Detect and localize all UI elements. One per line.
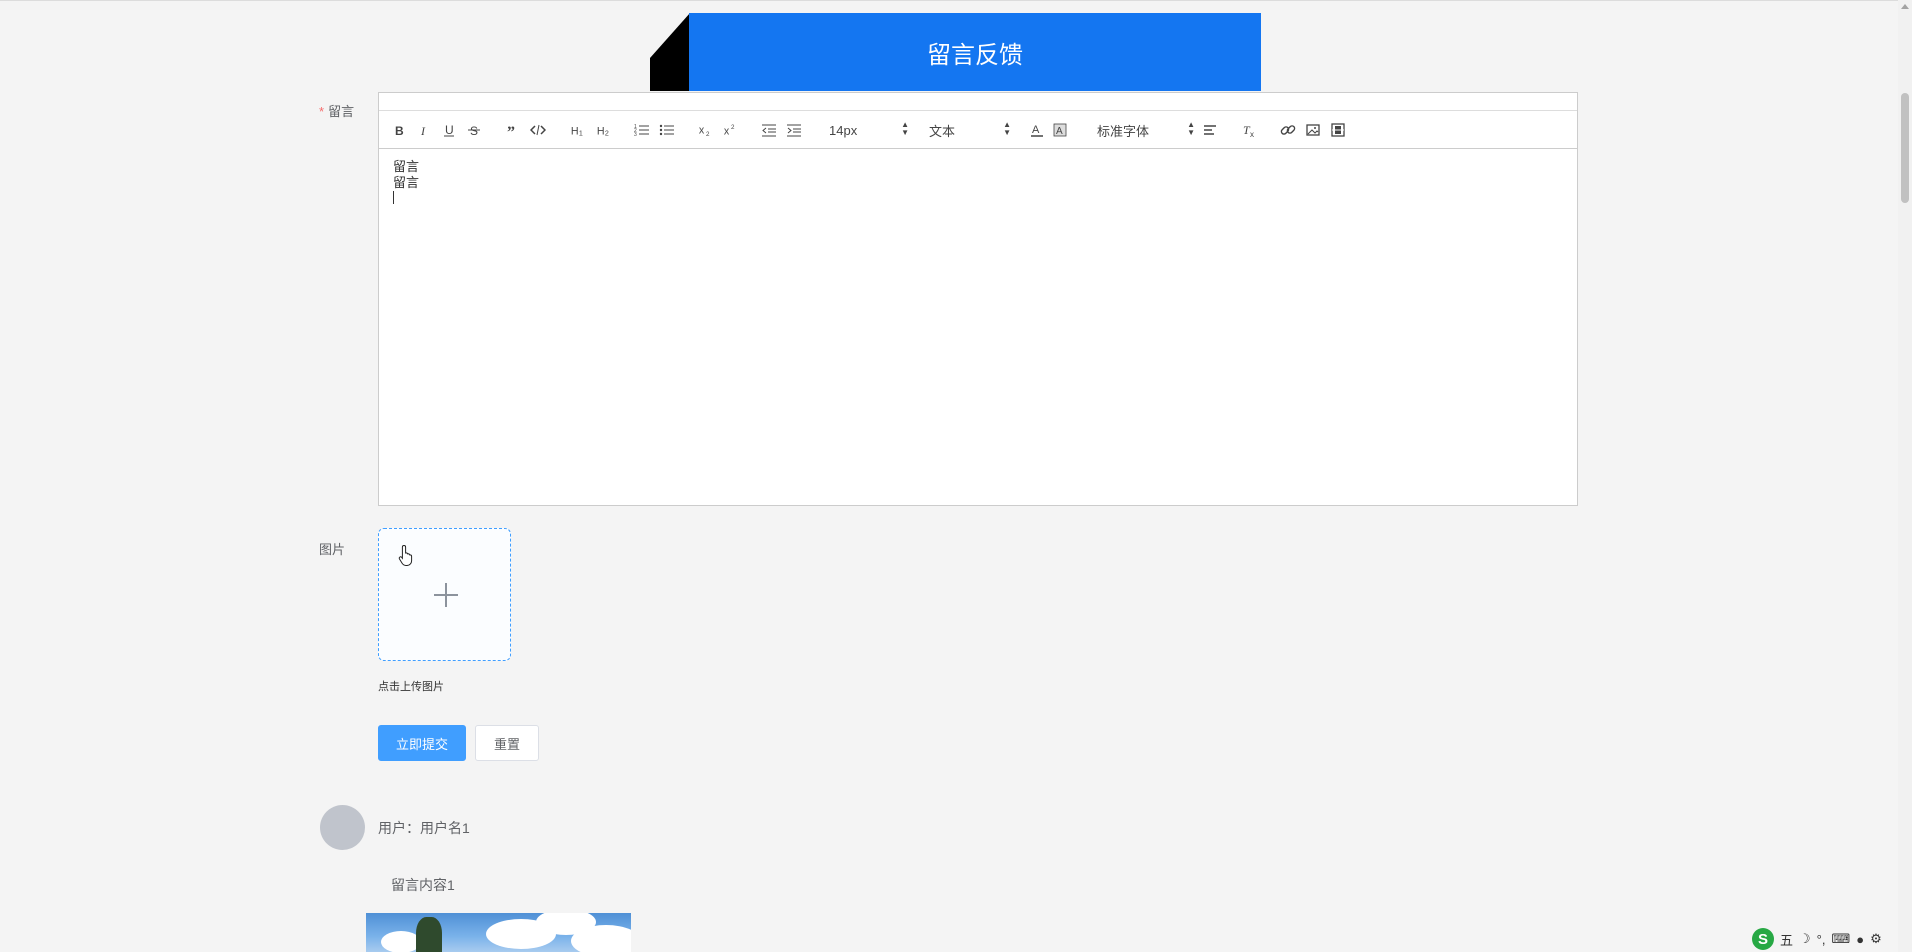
page-title: 留言反馈 xyxy=(689,13,1261,91)
svg-text:H: H xyxy=(571,125,579,137)
svg-text:”: ” xyxy=(507,124,515,138)
comment-user: 用户：用户名1 xyxy=(378,820,470,836)
link-icon[interactable] xyxy=(1280,120,1296,140)
h2-icon[interactable]: H2 xyxy=(595,120,613,140)
svg-text:H: H xyxy=(597,125,605,137)
avatar xyxy=(320,805,365,850)
scrollbar-thumb[interactable] xyxy=(1901,93,1909,203)
editor-top-strip xyxy=(379,93,1577,111)
svg-text:I: I xyxy=(420,124,426,138)
ime-mode[interactable]: 五 xyxy=(1780,930,1793,949)
ime-logo-icon: S xyxy=(1752,928,1774,950)
blockquote-icon[interactable]: ” xyxy=(505,120,521,140)
font-color-icon[interactable]: A xyxy=(1029,120,1045,140)
scroll-up-icon[interactable] xyxy=(1901,4,1909,9)
svg-text:3: 3 xyxy=(634,132,637,138)
header-picker-arrows-icon: ▲ ▼ xyxy=(1003,120,1011,137)
text-caret xyxy=(393,191,1563,208)
outdent-icon[interactable] xyxy=(761,120,777,140)
bullet-list-icon[interactable] xyxy=(659,120,675,140)
settings-icon[interactable]: ⚙ xyxy=(1870,931,1882,947)
underline-icon[interactable]: U xyxy=(441,120,457,140)
svg-text:A: A xyxy=(1032,124,1040,136)
hand-cursor-icon xyxy=(398,544,413,566)
ordered-list-icon[interactable]: 123 xyxy=(634,120,650,140)
comment-image[interactable] xyxy=(366,913,631,952)
page-banner: 留言反馈 xyxy=(650,13,1261,91)
ime-toolbar[interactable]: S 五 ☽ °, ⌨ ● ⚙ xyxy=(1752,926,1882,952)
message-label-text: 留言 xyxy=(328,104,355,119)
plus-icon xyxy=(434,583,458,607)
svg-text:x: x xyxy=(1250,130,1254,138)
background-color-icon[interactable]: A xyxy=(1052,120,1068,140)
svg-text:2: 2 xyxy=(731,124,735,131)
svg-text:U: U xyxy=(445,123,454,137)
keyboard-icon[interactable]: ⌨ xyxy=(1831,931,1850,947)
page-scrollbar[interactable] xyxy=(1898,0,1912,952)
required-mark: * xyxy=(319,104,325,119)
size-picker-value: 14px xyxy=(829,122,858,138)
rich-text-editor: B I U S ” H1 H2 123 x2 x2 14px ▲ ▼ 文本 ▲ ▼ … xyxy=(378,92,1578,506)
header-picker-value: 文本 xyxy=(929,123,956,139)
h1-icon[interactable]: H1 xyxy=(569,120,587,140)
svg-text:x: x xyxy=(724,125,730,137)
image-icon[interactable] xyxy=(1305,120,1321,140)
top-divider xyxy=(0,0,1912,1)
upload-tip: 点击上传图片 xyxy=(378,681,444,693)
indent-icon[interactable] xyxy=(786,120,802,140)
editor-content[interactable]: 留言 留言 xyxy=(379,149,1577,218)
svg-text:2: 2 xyxy=(706,131,710,138)
editor-line: 留言 xyxy=(393,159,420,174)
font-picker-arrows-icon: ▲ ▼ xyxy=(1187,120,1195,137)
superscript-icon[interactable]: x2 xyxy=(722,120,740,140)
subscript-icon[interactable]: x2 xyxy=(697,120,715,140)
header-picker[interactable]: 文本 ▲ ▼ xyxy=(929,120,1011,140)
image-label: 图片 xyxy=(319,542,346,557)
svg-text:B: B xyxy=(395,124,404,138)
align-icon[interactable] xyxy=(1202,120,1218,140)
ime-symbols[interactable]: °, xyxy=(1817,932,1826,947)
strike-icon[interactable]: S xyxy=(466,120,482,140)
user-icon[interactable]: ● xyxy=(1856,932,1864,947)
clean-format-icon[interactable]: Tx xyxy=(1241,120,1257,140)
bold-icon[interactable]: B xyxy=(391,120,407,140)
code-block-icon[interactable] xyxy=(530,120,546,140)
comment-content: 留言内容1 xyxy=(391,877,455,893)
font-picker[interactable]: 标准字体 ▲ ▼ xyxy=(1097,120,1195,140)
moon-icon[interactable]: ☽ xyxy=(1799,931,1811,947)
svg-text:A: A xyxy=(1056,126,1063,137)
video-icon[interactable] xyxy=(1330,120,1346,140)
svg-text:1: 1 xyxy=(579,129,583,137)
size-picker[interactable]: 14px ▲ ▼ xyxy=(829,120,909,140)
svg-text:S: S xyxy=(470,124,478,138)
font-picker-value: 标准字体 xyxy=(1097,123,1150,139)
size-picker-arrows-icon: ▲ ▼ xyxy=(901,120,909,137)
submit-button[interactable]: 立即提交 xyxy=(378,725,466,761)
reset-button[interactable]: 重置 xyxy=(475,725,539,761)
banner-corner xyxy=(650,13,690,91)
svg-text:2: 2 xyxy=(605,129,609,137)
message-label: * 留言 xyxy=(319,101,354,120)
svg-text:x: x xyxy=(699,125,705,137)
editor-line: 留言 xyxy=(393,175,420,190)
editor-toolbar: B I U S ” H1 H2 123 x2 x2 14px ▲ ▼ 文本 ▲ ▼ … xyxy=(379,111,1577,149)
italic-icon[interactable]: I xyxy=(416,120,432,140)
